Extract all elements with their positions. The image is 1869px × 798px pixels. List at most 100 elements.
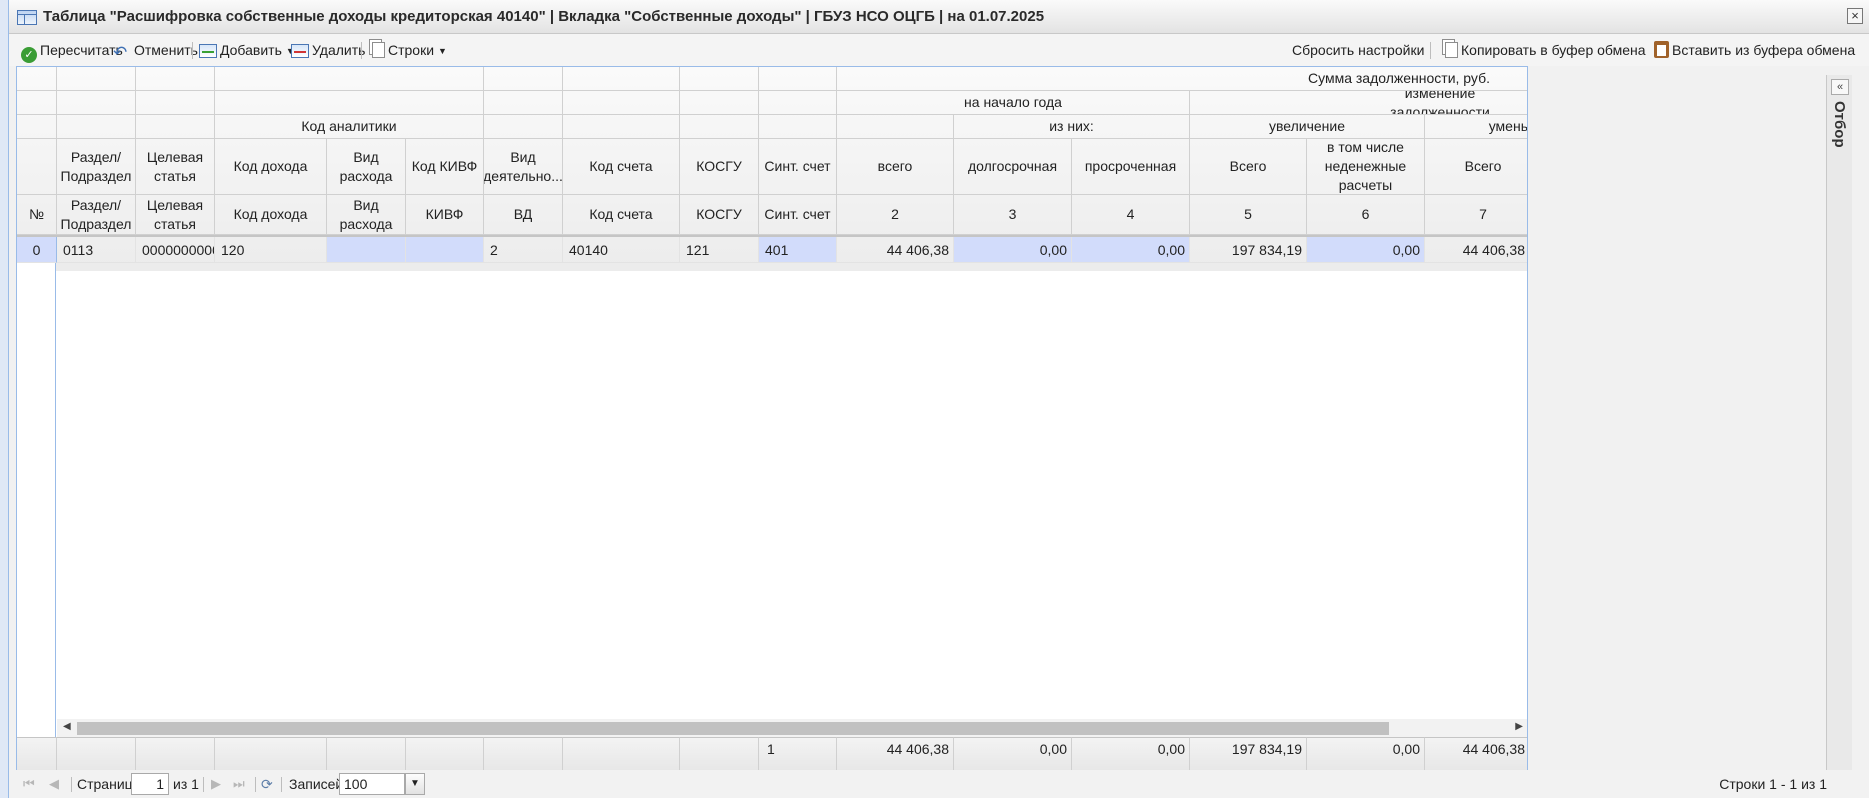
header-cell: [57, 115, 136, 139]
header-cell: [484, 115, 563, 139]
pager-separator: [255, 777, 256, 792]
cell-account[interactable]: 40140: [563, 237, 680, 263]
scroll-right-icon[interactable]: ▶: [1515, 721, 1523, 732]
clipboard-icon: [1654, 41, 1669, 58]
header-group-of-them: из них:: [954, 115, 1190, 139]
header-col-non-cash[interactable]: в том числе неденежные расчеты: [1307, 139, 1425, 195]
header-col-account[interactable]: Код счета: [563, 139, 680, 195]
cell-kivf[interactable]: [406, 237, 484, 263]
totals-cell: [215, 737, 327, 771]
header-sub-vd: ВД: [484, 195, 563, 235]
header-col-total[interactable]: всего: [837, 139, 954, 195]
header-col-increase-total[interactable]: Всего: [1190, 139, 1307, 195]
header-cell: [17, 115, 57, 139]
header-col-target[interactable]: Целевая статья: [136, 139, 215, 195]
header-sub-account: Код счета: [563, 195, 680, 235]
scroll-left-icon[interactable]: ◀: [63, 721, 71, 732]
header-cell: [136, 91, 215, 115]
reset-settings-button[interactable]: Сбросить настройки: [1292, 40, 1424, 60]
header-col-longterm[interactable]: долгосрочная: [954, 139, 1072, 195]
header-col-razdel[interactable]: Раздел/ Подраздел: [57, 139, 136, 195]
header-col-overdue[interactable]: просроченная: [1072, 139, 1190, 195]
cell-vd[interactable]: 2: [484, 237, 563, 263]
totals-cell: [563, 737, 680, 771]
totals-col-5: 197 834,19: [1190, 737, 1307, 771]
cell-income-code[interactable]: 120: [215, 237, 327, 263]
cell-col-5[interactable]: 197 834,19: [1190, 237, 1307, 263]
totals-cell: [680, 737, 759, 771]
toolbar: ✓Пересчитать ↶Отменить Добавить▼ Удалить…: [9, 34, 1869, 66]
totals-cell: [136, 737, 215, 771]
cell-col-3[interactable]: 0,00: [954, 237, 1072, 263]
undo-button[interactable]: ↶ Отменить: [113, 40, 198, 62]
filter-label[interactable]: Отбор: [1831, 101, 1848, 148]
header-sub-num: №: [17, 195, 57, 235]
header-cell: [563, 91, 680, 115]
paste-clipboard-button[interactable]: Вставить из буфера обмена: [1654, 40, 1855, 60]
horizontal-scrollbar[interactable]: ◀ ▶: [57, 719, 1527, 737]
header-sub-4: 4: [1072, 195, 1190, 235]
data-grid: Сумма задолженности, руб. на начало года…: [16, 66, 1528, 772]
cell-target[interactable]: 0000000000: [136, 237, 215, 263]
toolbar-separator: [192, 42, 193, 59]
check-icon: ✓: [21, 47, 37, 63]
rows-icon: [372, 42, 385, 58]
expand-filter-icon[interactable]: «: [1831, 79, 1849, 95]
row-number-column: [17, 237, 56, 737]
chevron-down-icon: ▼: [438, 46, 447, 56]
header-col-decrease-total[interactable]: Всего: [1425, 139, 1527, 195]
cell-col-6[interactable]: 0,00: [1307, 237, 1425, 263]
header-group-increase: увеличение: [1190, 115, 1425, 139]
cell-expense-type[interactable]: [327, 237, 406, 263]
header-col-kivf[interactable]: Код КИВФ: [406, 139, 484, 195]
copy-clipboard-button[interactable]: Копировать в буфер обмена: [1442, 40, 1646, 60]
header-cell: [136, 115, 215, 139]
totals-cell: [406, 737, 484, 771]
prev-page-icon[interactable]: ◀: [49, 775, 59, 793]
cell-col-4[interactable]: 0,00: [1072, 237, 1190, 263]
header-cell: [17, 139, 57, 195]
recalc-button[interactable]: ✓ Пересчитать: [21, 40, 123, 63]
header-col-income-code[interactable]: Код дохода: [215, 139, 327, 195]
header-cell: [680, 115, 759, 139]
scrollbar-thumb[interactable]: [77, 722, 1389, 735]
cell-razdel[interactable]: 0113: [57, 237, 136, 263]
totals-synth: 1: [759, 737, 837, 771]
cell-kosgu[interactable]: 121: [680, 237, 759, 263]
filter-panel[interactable]: « Отбор: [1826, 75, 1852, 775]
first-page-icon[interactable]: ⏮: [23, 775, 35, 793]
header-col-expense-type[interactable]: Вид расхода: [327, 139, 406, 195]
header-col-kosgu[interactable]: КОСГУ: [680, 139, 759, 195]
totals-col-4: 0,00: [1072, 737, 1190, 771]
rows-menu-button[interactable]: Строки ▼: [369, 40, 447, 60]
header-group-change: изменение задолженности: [1190, 91, 1527, 115]
table-icon: [17, 10, 37, 25]
next-page-icon[interactable]: ▶: [211, 775, 221, 793]
row-number-cell[interactable]: 0: [17, 237, 57, 263]
records-per-page-select[interactable]: 100: [339, 773, 405, 795]
cell-synth[interactable]: 401: [759, 237, 837, 263]
cell-col-7[interactable]: 44 406,38: [1425, 237, 1527, 263]
page-number-input[interactable]: 1: [131, 773, 169, 795]
records-status: Строки 1 - 1 из 1: [1719, 776, 1827, 792]
header-sub-income-code: Код дохода: [215, 195, 327, 235]
close-button[interactable]: ×: [1847, 8, 1863, 24]
header-sub-3: 3: [954, 195, 1072, 235]
cell-col-2[interactable]: 44 406,38: [837, 237, 954, 263]
header-cell: [215, 67, 484, 91]
header-col-synth[interactable]: Синт. счет: [759, 139, 837, 195]
pager-separator: [203, 777, 204, 792]
header-col-activity[interactable]: Вид деятельно...: [484, 139, 563, 195]
totals-cell: [327, 737, 406, 771]
toolbar-separator: [361, 42, 362, 59]
header-cell: [17, 91, 57, 115]
header-sub-7: 7: [1425, 195, 1527, 235]
last-page-icon[interactable]: ⏭: [233, 775, 245, 793]
refresh-icon[interactable]: ⟳: [261, 775, 273, 793]
delete-button[interactable]: Удалить: [291, 40, 365, 60]
add-button[interactable]: Добавить▼: [199, 40, 295, 60]
header-sub-2: 2: [837, 195, 954, 235]
header-cell: [17, 67, 57, 91]
undo-icon: ↶: [113, 43, 128, 62]
chevron-down-icon[interactable]: ▼: [405, 773, 425, 795]
